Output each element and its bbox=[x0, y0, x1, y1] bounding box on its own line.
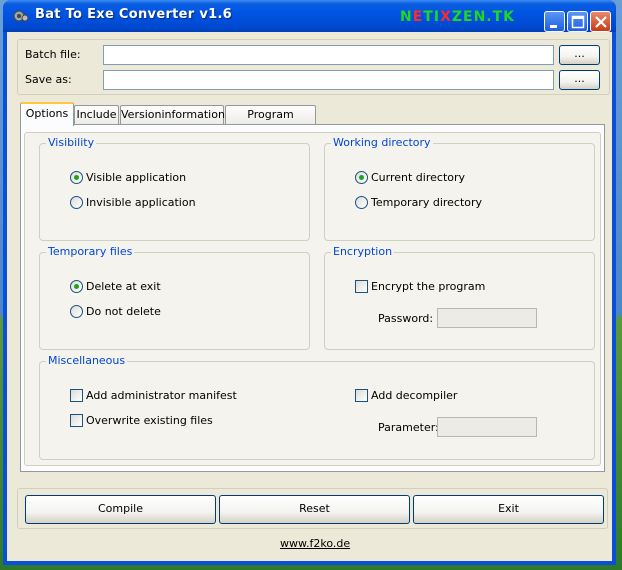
miscellaneous-group-title: Miscellaneous bbox=[46, 354, 128, 367]
close-button[interactable] bbox=[590, 11, 611, 32]
tab-include[interactable]: Include bbox=[74, 105, 119, 125]
admin-manifest-label: Add administrator manifest bbox=[86, 389, 237, 402]
window-client-area: Batch file: ... Save as: ... Options Inc… bbox=[7, 32, 612, 561]
parameter-label: Parameter: bbox=[378, 421, 439, 434]
compile-button[interactable]: Compile bbox=[25, 495, 216, 524]
admin-manifest-checkbox[interactable] bbox=[70, 389, 83, 402]
delete-at-exit-radio[interactable] bbox=[70, 280, 83, 293]
tab-versioninformations[interactable]: Versioninformations bbox=[120, 105, 231, 125]
temporary-files-group: Temporary files Delete at exit Do not de… bbox=[39, 245, 310, 350]
miscellaneous-group: Miscellaneous Add administrator manifest… bbox=[39, 354, 595, 460]
tab-options[interactable]: Options bbox=[20, 102, 74, 126]
close-icon bbox=[595, 16, 607, 28]
save-as-input[interactable] bbox=[103, 70, 554, 90]
window-title: Bat To Exe Converter v1.6 bbox=[35, 7, 233, 22]
brand-logo: NETIXZEN.TK bbox=[400, 9, 516, 25]
maximize-icon bbox=[571, 15, 585, 29]
overwrite-files-checkbox[interactable] bbox=[70, 414, 83, 427]
options-tab-panel: Visibility Visible application Invisible… bbox=[20, 124, 605, 472]
overwrite-files-label: Overwrite existing files bbox=[86, 414, 213, 427]
minimize-icon bbox=[550, 25, 557, 28]
encrypt-program-checkbox[interactable] bbox=[355, 280, 368, 293]
password-label: Password: bbox=[378, 312, 434, 325]
current-directory-label: Current directory bbox=[371, 171, 466, 184]
encryption-group: Encryption Encrypt the program Password: bbox=[324, 245, 595, 350]
encryption-group-title: Encryption bbox=[331, 245, 395, 258]
tab-program-settings[interactable]: Program settings bbox=[225, 105, 316, 139]
browse-save-as-button[interactable]: ... bbox=[559, 70, 600, 90]
password-field[interactable] bbox=[437, 308, 537, 328]
file-settings-group: Batch file: ... Save as: ... bbox=[17, 39, 610, 95]
maximize-button[interactable] bbox=[567, 11, 588, 32]
temporary-files-group-title: Temporary files bbox=[46, 245, 135, 258]
parameter-field[interactable] bbox=[437, 417, 537, 437]
working-directory-group-title: Working directory bbox=[331, 136, 433, 149]
delete-at-exit-label: Delete at exit bbox=[86, 280, 161, 293]
gear-icon bbox=[13, 10, 29, 22]
app-window: Bat To Exe Converter v1.6 NETIXZEN.TK Ba… bbox=[3, 0, 616, 565]
visible-application-label: Visible application bbox=[86, 171, 187, 184]
do-not-delete-radio[interactable] bbox=[70, 305, 83, 318]
invisible-application-label: Invisible application bbox=[86, 196, 196, 209]
exit-button[interactable]: Exit bbox=[413, 495, 604, 524]
temporary-directory-radio[interactable] bbox=[355, 196, 368, 209]
minimize-button[interactable] bbox=[544, 11, 565, 32]
title-bar[interactable]: Bat To Exe Converter v1.6 NETIXZEN.TK bbox=[3, 0, 616, 32]
options-inner-frame: Visibility Visible application Invisible… bbox=[24, 132, 601, 466]
visibility-group-title: Visibility bbox=[46, 136, 97, 149]
encrypt-program-label: Encrypt the program bbox=[371, 280, 486, 293]
temporary-directory-label: Temporary directory bbox=[371, 196, 483, 209]
invisible-application-radio[interactable] bbox=[70, 196, 83, 209]
reset-button[interactable]: Reset bbox=[219, 495, 410, 524]
add-decompiler-checkbox[interactable] bbox=[355, 389, 368, 402]
browse-batch-file-button[interactable]: ... bbox=[559, 45, 600, 65]
add-decompiler-label: Add decompiler bbox=[371, 389, 458, 402]
visibility-group: Visibility Visible application Invisible… bbox=[39, 136, 310, 241]
website-link[interactable]: www.f2ko.de bbox=[280, 537, 350, 550]
working-directory-group: Working directory Current directory Temp… bbox=[324, 136, 595, 241]
save-as-label: Save as: bbox=[25, 73, 72, 86]
batch-file-input[interactable] bbox=[103, 45, 554, 65]
batch-file-label: Batch file: bbox=[25, 48, 81, 61]
visible-application-radio[interactable] bbox=[70, 171, 83, 184]
do-not-delete-label: Do not delete bbox=[86, 305, 161, 318]
current-directory-radio[interactable] bbox=[355, 171, 368, 184]
